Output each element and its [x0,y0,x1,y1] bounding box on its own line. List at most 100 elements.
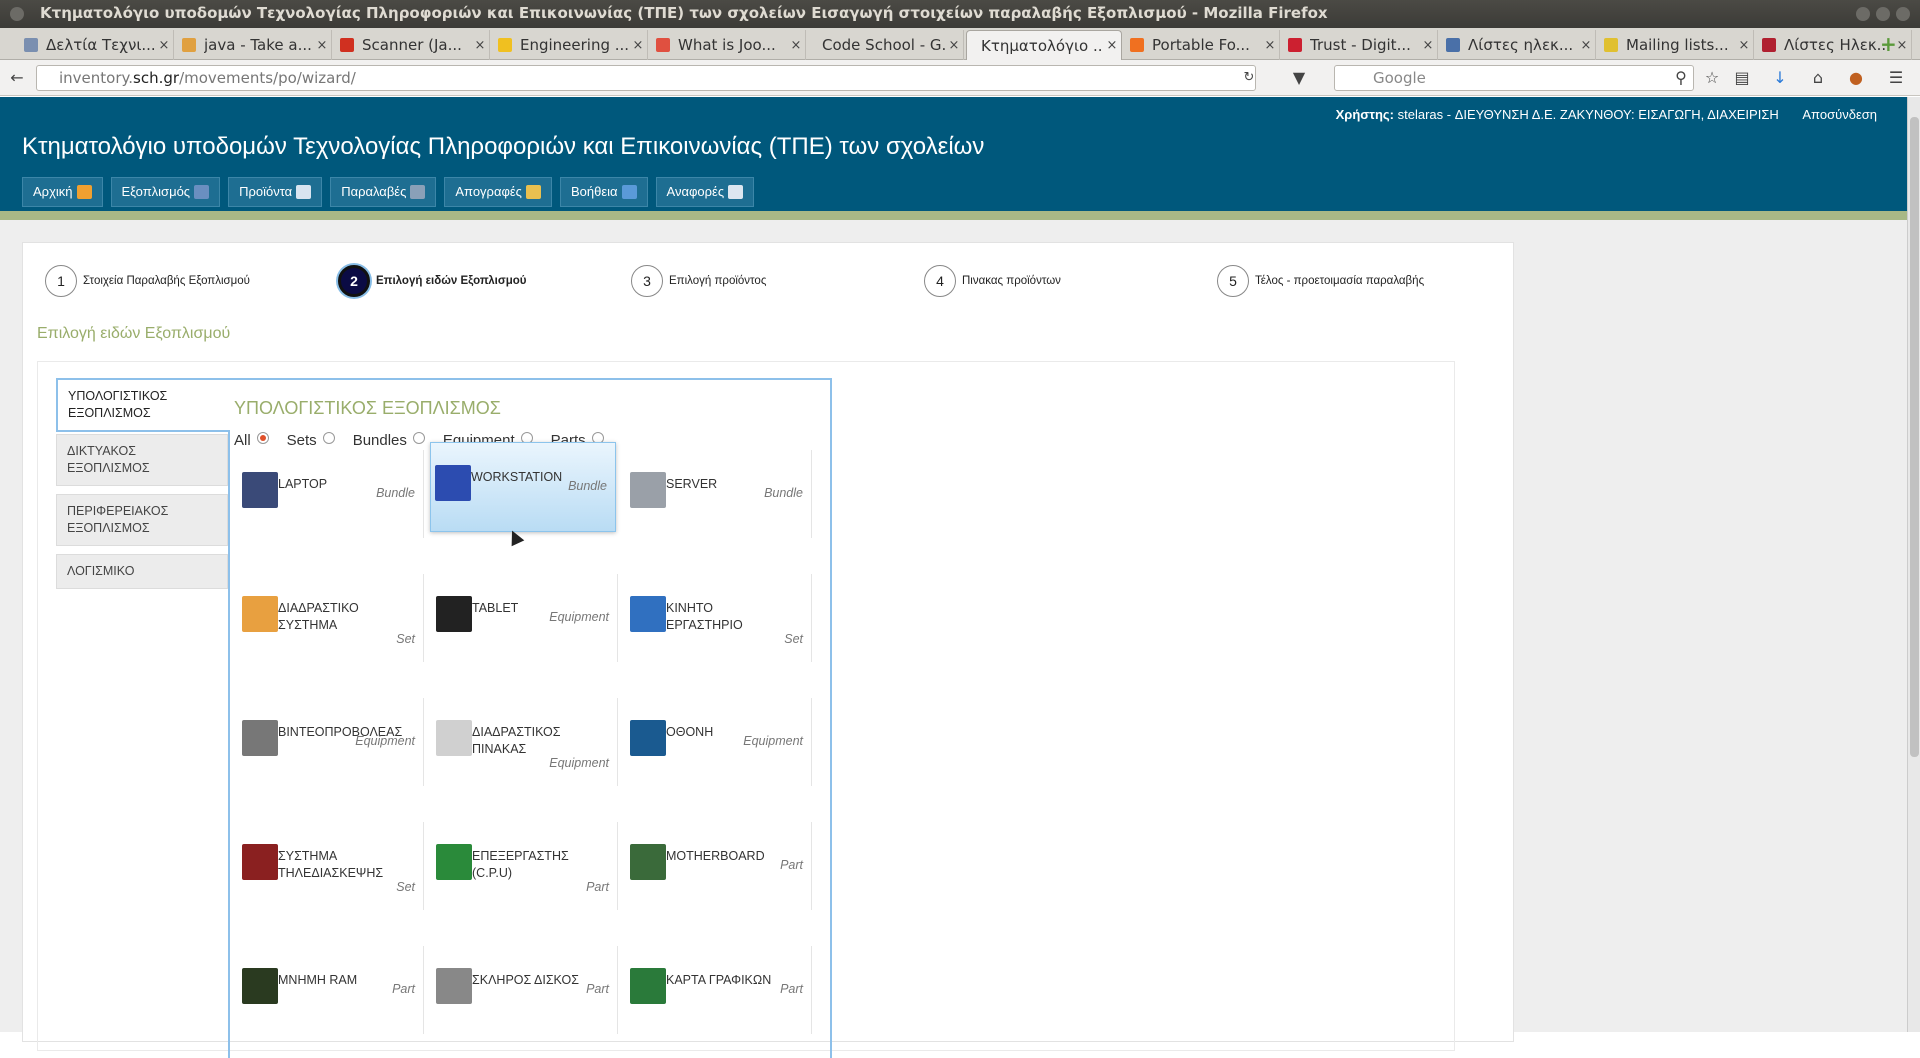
tab-6[interactable]: Κτηματολόγιο ... × [966,30,1122,60]
sync-icon[interactable]: ● [1847,69,1865,87]
menu-item-4[interactable]: Απογραφές [444,177,552,207]
window-close-button[interactable] [10,7,24,21]
equipment-name: SERVER [666,477,718,491]
equipment-type: Equipment [743,734,803,748]
wizard-step-5[interactable]: 5 Τέλος - προετοιμασία παραλαβής [1217,265,1424,297]
menu-item-3[interactable]: Παραλαβές [330,177,437,207]
tab-3[interactable]: Engineering ... × [492,30,648,60]
filter-label: All [234,432,251,449]
equipment-item[interactable]: ΣΚΛΗΡΟΣ ΔΙΣΚΟΣ Part [432,946,618,1034]
equipment-type: Part [780,858,803,872]
category-tab-1[interactable]: ΔΙΚΤΥΑΚΟΣ ΕΞΟΠΛΙΣΜΟΣ [56,434,228,486]
window-minimize-button[interactable] [1856,7,1870,21]
equipment-name: ΚΙΝΗΤΟ ΕΡΓΑΣΤΗΡΙΟ [666,601,743,632]
menu-item-6[interactable]: Αναφορές [655,177,755,207]
filter-radio[interactable] [256,431,269,444]
addon-icon[interactable]: ▼ [1290,69,1308,87]
equipment-icon [436,968,472,1004]
tab-close-icon[interactable]: × [1735,38,1753,53]
wizard-step-2[interactable]: 2 Επιλογή ειδών Εξοπλισμού [338,265,526,297]
equipment-name: ΔΙΑΔΡΑΣΤΙΚΟ ΣΥΣΤΗΜΑ [278,601,359,632]
step-number: 3 [631,265,663,297]
category-tab-2[interactable]: ΠΕΡΙΦΕΡΕΙΑΚΟΣ ΕΞΟΠΛΙΣΜΟΣ [56,494,228,546]
tab-close-icon[interactable]: × [629,38,647,53]
equipment-item[interactable]: ΚΑΡΤΑ ΓΡΑΦΙΚΩΝ Part [626,946,812,1034]
search-input[interactable]: Google [1334,65,1694,91]
tab-close-icon[interactable]: × [313,38,331,53]
tab-5[interactable]: Code School - G... × [808,30,964,60]
tab-label: Κτηματολόγιο ... [981,36,1103,55]
tab-close-icon[interactable]: × [155,38,173,53]
tab-9[interactable]: Λίστες ηλεκ... × [1440,30,1596,60]
scrollbar-thumb[interactable] [1910,117,1919,757]
menu-item-0[interactable]: Αρχική [22,177,103,207]
filter-all[interactable]: All [234,431,269,449]
download-icon[interactable]: ↓ [1771,69,1789,87]
menu-icon[interactable]: ☰ [1887,69,1905,87]
equipment-icon [436,720,472,756]
tab-close-icon[interactable]: × [787,38,805,53]
logout-link[interactable]: Αποσύνδεση [1802,107,1877,122]
menu-item-icon [296,185,312,199]
menu-item-5[interactable]: Βοήθεια [559,177,648,207]
tab-7[interactable]: Portable Fo... × [1124,30,1280,60]
equipment-item[interactable]: TABLET Equipment [432,574,618,662]
tab-2[interactable]: Scanner (Ja... × [334,30,490,60]
equipment-item[interactable]: MOTHERBOARD Part [626,822,812,910]
equipment-item[interactable]: WORKSTATION Bundle [430,442,616,532]
search-icon[interactable]: ⚲ [1672,69,1690,87]
address-path: /movements/po/wizard/ [179,69,356,87]
tab-close-icon[interactable]: × [1261,38,1279,53]
equipment-item[interactable]: ΔΙΑΔΡΑΣΤΙΚΟΣ ΠΙΝΑΚΑΣ Equipment [432,698,618,786]
category-tab-0[interactable]: ΥΠΟΛΟΓΙΣΤΙΚΟΣ ΕΞΟΠΛΙΣΜΟΣ [56,378,230,432]
tab-close-icon[interactable]: × [1419,38,1437,53]
new-tab-button[interactable]: + [1880,32,1897,56]
tab-0[interactable]: Δελτία Τεχνι... × [18,30,174,60]
tab-8[interactable]: Trust - Digit... × [1282,30,1438,60]
equipment-type: Part [392,982,415,996]
menu-item-1[interactable]: Εξοπλισμός [110,177,221,207]
home-icon[interactable]: ⌂ [1809,69,1827,87]
browser-tabbar: Δελτία Τεχνι... × java - Take a... × Scanner… [0,28,1920,60]
equipment-item[interactable]: ΜΝΗΜΗ RAM Part [238,946,424,1034]
tab-close-icon[interactable]: × [1577,38,1595,53]
address-domain: sch.gr [133,69,180,87]
tab-1[interactable]: java - Take a... × [176,30,332,60]
bookmark-star-icon[interactable]: ☆ [1703,69,1721,87]
tab-label: Λίστες ηλεκ... [1468,36,1574,54]
wizard-step-3[interactable]: 3 Επιλογή προϊόντος [631,265,766,297]
tab-4[interactable]: What is Joo... × [650,30,806,60]
filter-radio[interactable] [322,431,335,444]
address-bar[interactable]: inventory.sch.gr/movements/po/wizard/ [36,65,1256,91]
user-info: Χρήστης: stelaras - ΔΙΕΥΘΥΝΣΗ Δ.Ε. ΖΑΚΥΝ… [1336,107,1877,122]
equipment-icon [436,844,472,880]
equipment-item[interactable]: ΔΙΑΔΡΑΣΤΙΚΟ ΣΥΣΤΗΜΑ Set [238,574,424,662]
step-number: 1 [45,265,77,297]
reader-icon[interactable]: ▤ [1733,69,1751,87]
back-icon[interactable]: ← [8,69,26,87]
window-close-right-button[interactable] [1896,7,1910,21]
menu-item-2[interactable]: Προϊόντα [228,177,323,207]
equipment-item[interactable]: ΣΥΣΤΗΜΑ ΤΗΛΕΔΙΑΣΚΕΨΗΣ Set [238,822,424,910]
favicon-icon [498,38,512,52]
equipment-item[interactable]: SERVER Bundle [626,450,812,538]
equipment-item[interactable]: ΒΙΝΤΕΟΠΡΟΒΟΛΕΑΣ Equipment [238,698,424,786]
tab-close-icon[interactable]: × [945,38,963,53]
tab-10[interactable]: Mailing lists... × [1598,30,1754,60]
window-maximize-button[interactable] [1876,7,1890,21]
filter-radio[interactable] [412,431,425,444]
page-scrollbar[interactable] [1907,97,1920,1032]
menu-item-label: Προϊόντα [239,184,293,199]
equipment-item[interactable]: ΟΘΟΝΗ Equipment [626,698,812,786]
equipment-item[interactable]: ΕΠΕΞΕΡΓΑΣΤΗΣ (C.P.U) Part [432,822,618,910]
filter-sets[interactable]: Sets [287,431,335,449]
wizard-step-1[interactable]: 1 Στοιχεία Παραλαβής Εξοπλισμού [45,265,250,297]
wizard-step-4[interactable]: 4 Πινακας προϊόντων [924,265,1061,297]
reload-icon[interactable]: ↻ [1240,69,1258,87]
tab-close-icon[interactable]: × [1103,38,1121,53]
equipment-item[interactable]: ΚΙΝΗΤΟ ΕΡΓΑΣΤΗΡΙΟ Set [626,574,812,662]
category-tab-3[interactable]: ΛΟΓΙΣΜΙΚΟ [56,554,228,589]
filter-bundles[interactable]: Bundles [353,431,425,449]
equipment-item[interactable]: LAPTOP Bundle [238,450,424,538]
tab-close-icon[interactable]: × [471,38,489,53]
